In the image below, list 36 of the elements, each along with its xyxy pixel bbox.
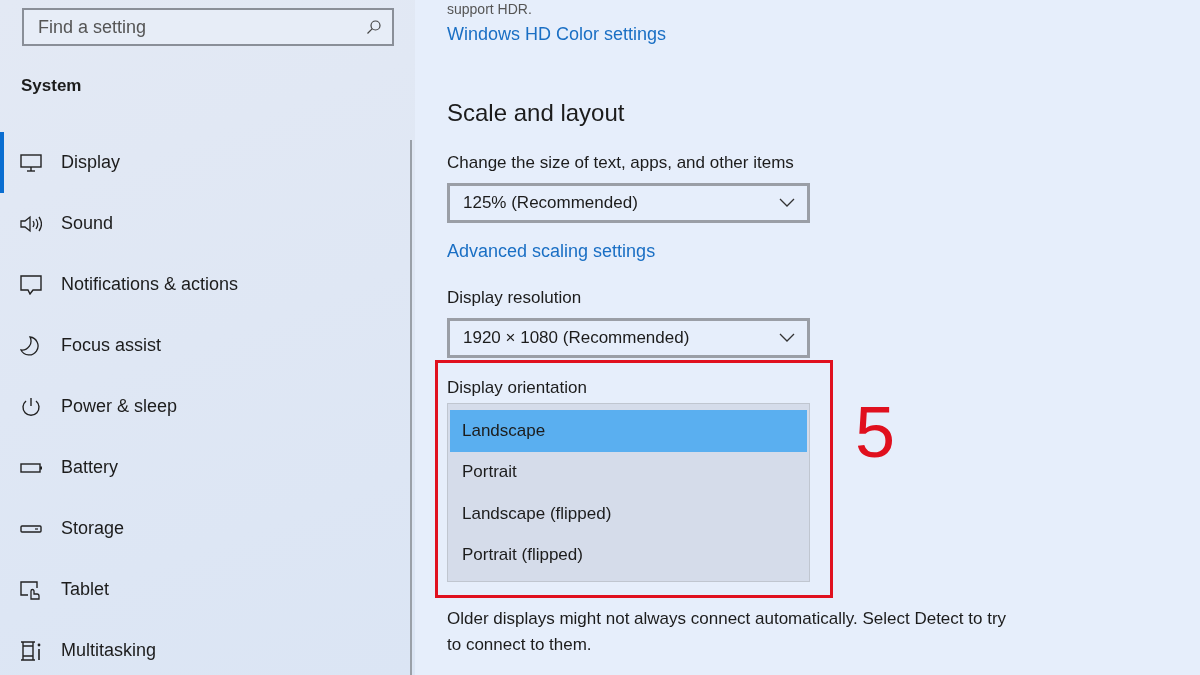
nav-item[interactable]: Tablet (0, 559, 239, 620)
speaker-icon (20, 213, 42, 234)
search-field[interactable]: Find a setting (22, 8, 394, 46)
orientation-option[interactable]: Portrait (448, 451, 809, 493)
tablet-icon (20, 579, 42, 600)
orientation-option[interactable]: Landscape (flipped) (448, 493, 809, 535)
nav-item[interactable]: Storage (0, 498, 239, 559)
chevron-icon (779, 198, 795, 208)
section-heading: System (21, 76, 83, 96)
nav-item[interactable]: Multitasking (0, 620, 239, 675)
resolution-dropdown[interactable]: 1920 × 1080 (Recommended) (447, 318, 810, 358)
nav-item[interactable]: Notifications & actions (0, 254, 239, 315)
nav-item[interactable]: Display (0, 132, 239, 193)
orientation-label: Display orientation (447, 378, 588, 398)
power-icon (20, 396, 42, 417)
resolution-label: Display resolution (447, 288, 583, 308)
orientation-option[interactable]: Portrait (flipped) (448, 534, 809, 576)
search-icon (366, 19, 382, 35)
multitask-icon (20, 640, 42, 661)
message-icon (20, 274, 42, 295)
orientation-option[interactable]: Landscape (450, 410, 807, 452)
hdr-settings-link[interactable]: Windows HD Color settings (447, 24, 667, 45)
nav-item[interactable]: Power & sleep (0, 376, 239, 437)
nav-item[interactable]: Sound (0, 193, 239, 254)
nav-item[interactable]: Focus assist (0, 315, 239, 376)
detect-note: Older displays might not always connect automatically. Select Detect to try to connect to them. (447, 608, 1007, 656)
section-title: Scale and layout (447, 99, 626, 127)
monitor-icon (20, 152, 42, 173)
scale-dropdown[interactable]: 125% (Recommended) (447, 183, 810, 223)
moon-icon (20, 335, 42, 356)
step-number: 5 (855, 396, 896, 468)
hdr-note: support HDR. (447, 2, 533, 16)
nav-item[interactable]: Battery (0, 437, 239, 498)
scale-label: Change the size of text, apps, and other items (447, 153, 795, 173)
chevron-icon (779, 333, 795, 343)
scaling-settings-link[interactable]: Advanced scaling settings (447, 241, 656, 262)
